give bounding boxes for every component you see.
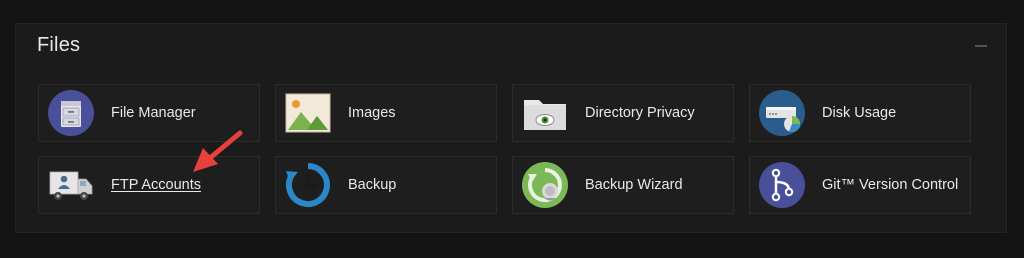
delivery-truck-user-icon	[48, 162, 94, 208]
backup-wizard-icon	[522, 162, 568, 208]
tile-ftp-accounts[interactable]: FTP Accounts	[38, 156, 260, 214]
tile-directory-privacy[interactable]: Directory Privacy	[512, 84, 734, 142]
backup-clock-icon	[285, 162, 331, 208]
tile-disk-usage[interactable]: Disk Usage	[749, 84, 971, 142]
folder-eye-icon	[522, 90, 568, 136]
tile-label: Images	[348, 105, 396, 121]
image-landscape-icon	[285, 90, 331, 136]
git-branch-icon	[759, 162, 805, 208]
tile-label: Backup Wizard	[585, 177, 683, 193]
tile-git-version-control[interactable]: Git™ Version Control	[749, 156, 971, 214]
tile-file-manager[interactable]: File Manager	[38, 84, 260, 142]
tile-label: Directory Privacy	[585, 105, 695, 121]
tile-label: Backup	[348, 177, 397, 193]
tile-label: Disk Usage	[822, 105, 897, 121]
files-section-panel: Files File Manager Images Directory Priv…	[15, 23, 1007, 233]
tile-label: Git™ Version Control	[822, 177, 959, 193]
tile-label: FTP Accounts	[111, 177, 201, 193]
tools-grid: File Manager Images Directory Privacy Di…	[38, 84, 971, 214]
tile-images[interactable]: Images	[275, 84, 497, 142]
tile-backup[interactable]: Backup	[275, 156, 497, 214]
tile-backup-wizard[interactable]: Backup Wizard	[512, 156, 734, 214]
collapse-icon[interactable]	[975, 45, 987, 47]
tile-label: File Manager	[111, 105, 196, 121]
disk-drive-chart-icon	[759, 90, 805, 136]
file-cabinet-icon	[48, 90, 94, 136]
section-title: Files	[37, 34, 81, 56]
